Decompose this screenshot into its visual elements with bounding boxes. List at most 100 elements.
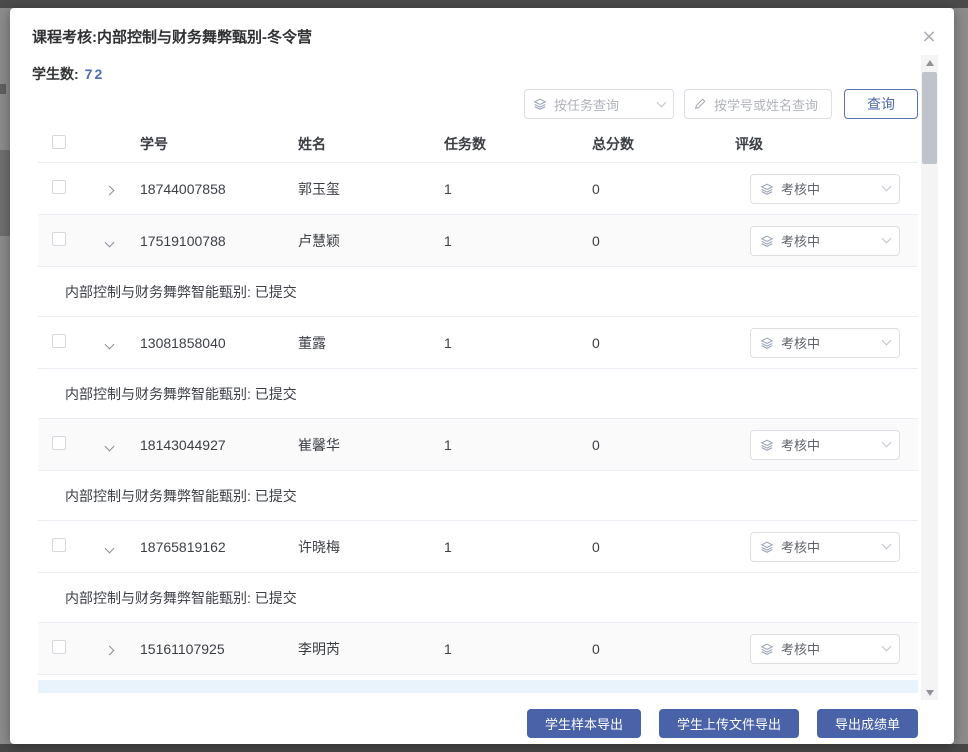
- arrow-up-icon: [926, 60, 934, 66]
- rating-value: 考核中: [781, 435, 820, 454]
- student-id-cell: 13081858040: [130, 335, 290, 351]
- column-header-score: 总分数: [588, 134, 728, 154]
- rating-select[interactable]: 考核中: [750, 532, 900, 562]
- row-expand-toggle[interactable]: [88, 181, 130, 197]
- expand-chevron-icon: [104, 185, 114, 195]
- expand-chevron-icon: [104, 543, 114, 553]
- layers-icon: [760, 540, 774, 554]
- student-count-value: 72: [85, 66, 105, 82]
- column-header-name: 姓名: [290, 134, 438, 154]
- layers-icon: [533, 97, 547, 111]
- rating-value: 考核中: [781, 333, 820, 352]
- rating-value: 考核中: [781, 179, 820, 198]
- chevron-down-icon: [882, 438, 892, 448]
- close-icon[interactable]: ×: [920, 28, 938, 46]
- student-id-cell: 15161107925: [130, 641, 290, 657]
- layers-icon: [760, 234, 774, 248]
- column-header-rating: 评级: [728, 134, 918, 154]
- task-count-cell: 1: [438, 437, 588, 453]
- row-expand-toggle[interactable]: [88, 539, 130, 555]
- student-count: 学生数: 72: [32, 64, 104, 84]
- vertical-scrollbar[interactable]: [921, 55, 938, 700]
- chevron-down-icon: [882, 336, 892, 346]
- export-grade-sheet-button[interactable]: 导出成绩单: [817, 709, 918, 738]
- query-button[interactable]: 查询: [844, 89, 918, 119]
- task-count-cell: 1: [438, 181, 588, 197]
- row-checkbox[interactable]: [52, 640, 66, 654]
- table-row: 15161107925 李明芮 1 0 考核中: [38, 623, 918, 675]
- dimmed-background-artifact: [0, 150, 10, 236]
- total-score-cell: 0: [588, 335, 728, 351]
- row-checkbox[interactable]: [52, 334, 66, 348]
- task-filter-placeholder: 按任务查询: [554, 95, 619, 114]
- student-id-cell: 18143044927: [130, 437, 290, 453]
- table-row: 18765819162 许晓梅 1 0 考核中: [38, 521, 918, 573]
- rating-select[interactable]: 考核中: [750, 430, 900, 460]
- student-search-input[interactable]: 按学号或姓名查询: [684, 89, 832, 119]
- row-checkbox[interactable]: [52, 180, 66, 194]
- row-checkbox[interactable]: [52, 538, 66, 552]
- table-row: 18744007858 郭玉玺 1 0 考核中: [38, 163, 918, 215]
- rating-select[interactable]: 考核中: [750, 634, 900, 664]
- expand-chevron-icon: [104, 237, 114, 247]
- layers-icon: [760, 182, 774, 196]
- dialog-title: 课程考核:内部控制与财务舞弊甄别-冬令营: [32, 26, 312, 47]
- student-id-cell: 18765819162: [130, 539, 290, 555]
- task-count-cell: 1: [438, 335, 588, 351]
- scrollbar-thumb[interactable]: [922, 72, 937, 164]
- export-student-uploads-button[interactable]: 学生上传文件导出: [659, 709, 799, 738]
- table-row: 17519100788 卢慧颖 1 0 考核中: [38, 215, 918, 267]
- chevron-down-icon: [882, 642, 892, 652]
- table-row: 18143044927 崔馨华 1 0 考核中: [38, 419, 918, 471]
- total-score-cell: 0: [588, 233, 728, 249]
- scroll-up-button[interactable]: [921, 55, 938, 70]
- table-bottom-highlight: [38, 680, 918, 693]
- task-count-cell: 1: [438, 539, 588, 555]
- chevron-down-icon: [882, 540, 892, 550]
- layers-icon: [760, 438, 774, 452]
- pencil-icon: [693, 97, 707, 111]
- arrow-down-icon: [926, 690, 934, 696]
- export-student-sample-button[interactable]: 学生样本导出: [527, 709, 641, 738]
- student-search-placeholder: 按学号或姓名查询: [714, 95, 818, 114]
- expand-chevron-icon: [104, 645, 114, 655]
- students-table: 学号 姓名 任务数 总分数 评级 18744007858 郭玉玺 1 0 考核中: [38, 125, 918, 675]
- chevron-down-icon: [657, 97, 667, 107]
- student-name-cell: 崔馨华: [290, 435, 438, 455]
- dimmed-background-bottom: [0, 744, 968, 752]
- student-name-cell: 卢慧颖: [290, 231, 438, 251]
- rating-select[interactable]: 考核中: [750, 328, 900, 358]
- row-checkbox[interactable]: [52, 436, 66, 450]
- layers-icon: [760, 336, 774, 350]
- student-name-cell: 董露: [290, 333, 438, 353]
- student-count-label: 学生数:: [32, 66, 79, 82]
- row-expand-toggle[interactable]: [88, 437, 130, 453]
- total-score-cell: 0: [588, 181, 728, 197]
- task-detail-row: 内部控制与财务舞弊智能甄别: 已提交: [38, 573, 918, 623]
- task-count-cell: 1: [438, 641, 588, 657]
- rating-value: 考核中: [781, 537, 820, 556]
- total-score-cell: 0: [588, 641, 728, 657]
- layers-icon: [760, 642, 774, 656]
- task-count-cell: 1: [438, 233, 588, 249]
- rating-select[interactable]: 考核中: [750, 226, 900, 256]
- expand-chevron-icon: [104, 441, 114, 451]
- total-score-cell: 0: [588, 539, 728, 555]
- row-expand-toggle[interactable]: [88, 233, 130, 249]
- row-expand-toggle[interactable]: [88, 335, 130, 351]
- student-id-cell: 17519100788: [130, 233, 290, 249]
- student-name-cell: 许晓梅: [290, 537, 438, 557]
- table-row: 13081858040 董露 1 0 考核中: [38, 317, 918, 369]
- row-checkbox[interactable]: [52, 232, 66, 246]
- rating-select[interactable]: 考核中: [750, 174, 900, 204]
- dialog-footer: 学生样本导出 学生上传文件导出 导出成绩单: [10, 702, 954, 744]
- chevron-down-icon: [882, 234, 892, 244]
- select-all-checkbox[interactable]: [52, 135, 66, 149]
- task-filter-select[interactable]: 按任务查询: [524, 89, 674, 119]
- course-assessment-dialog: 课程考核:内部控制与财务舞弊甄别-冬令营 × 学生数: 72 按任务查询 按学号或…: [10, 8, 954, 744]
- row-expand-toggle[interactable]: [88, 641, 130, 657]
- expand-chevron-icon: [104, 339, 114, 349]
- task-detail-row: 内部控制与财务舞弊智能甄别: 已提交: [38, 267, 918, 317]
- scroll-down-button[interactable]: [921, 685, 938, 700]
- student-id-cell: 18744007858: [130, 181, 290, 197]
